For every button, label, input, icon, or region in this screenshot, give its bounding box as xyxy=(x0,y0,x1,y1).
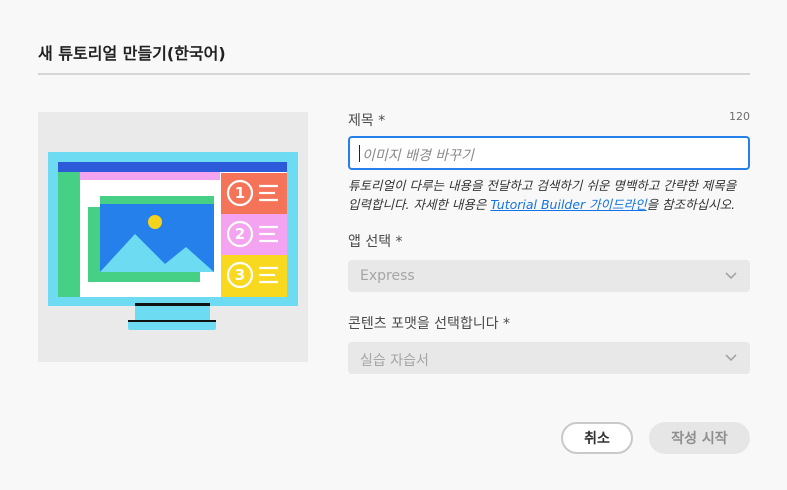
help-text-after: 을 참조하십시오. xyxy=(646,197,736,212)
tutorial-illustration: 1 2 3 xyxy=(38,112,308,362)
chevron-down-icon xyxy=(725,272,737,280)
guideline-link[interactable]: Tutorial Builder 가이드라인 xyxy=(490,197,646,212)
title-input-placeholder: 이미지 배경 바꾸기 xyxy=(362,148,474,164)
dialog-title: 새 튜토리얼 만들기(한국어) xyxy=(38,44,226,63)
title-field-label: 제목 * xyxy=(348,113,386,129)
title-divider xyxy=(38,73,750,75)
app-select-value: Express xyxy=(360,268,415,284)
chevron-down-icon xyxy=(725,354,737,362)
title-input[interactable]: 이미지 배경 바꾸기 xyxy=(348,136,750,170)
start-creating-button[interactable]: 작성 시작 xyxy=(649,422,750,454)
format-select-label: 콘텐츠 포맷을 선택합니다 * xyxy=(348,316,511,332)
format-select-value: 실습 자습서 xyxy=(360,353,429,369)
svg-text:1: 1 xyxy=(235,184,245,202)
svg-text:2: 2 xyxy=(235,225,245,243)
text-caret xyxy=(359,145,360,162)
app-select[interactable]: Express xyxy=(348,260,750,292)
cancel-button[interactable]: 취소 xyxy=(561,422,633,454)
title-help-text: 튜토리얼이 다루는 내용을 전달하고 검색하기 쉬운 명백하고 간략한 제목을 … xyxy=(348,176,748,214)
svg-text:3: 3 xyxy=(235,266,245,284)
format-select[interactable]: 실습 자습서 xyxy=(348,342,750,374)
character-counter: 120 xyxy=(729,110,750,123)
app-select-label: 앱 선택 * xyxy=(348,234,403,250)
monitor-illustration-icon: 1 2 3 xyxy=(48,152,298,330)
